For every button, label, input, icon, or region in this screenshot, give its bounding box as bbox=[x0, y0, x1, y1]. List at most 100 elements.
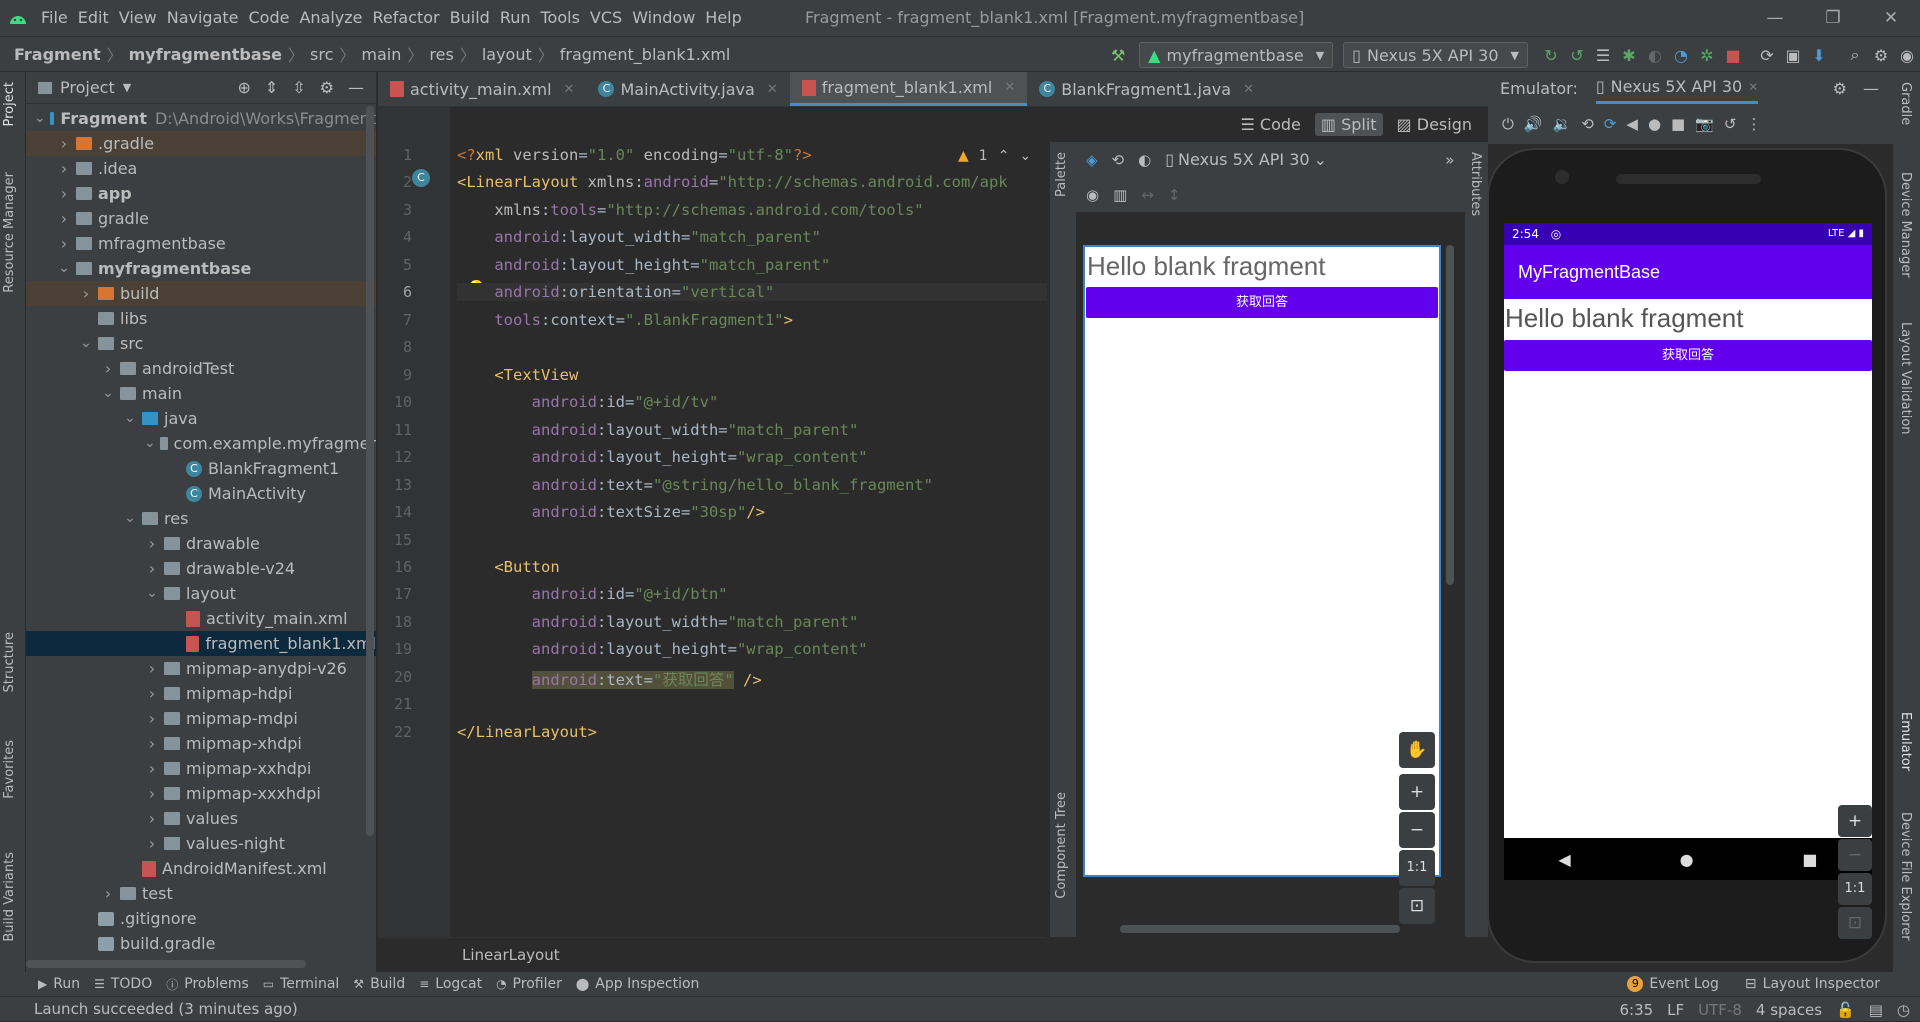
sync-gradle-icon[interactable]: ⟳ bbox=[1754, 42, 1780, 68]
volume-down-icon[interactable]: 🔉 bbox=[1553, 115, 1572, 133]
tool-profiler[interactable]: ◔ Profiler bbox=[496, 976, 562, 993]
chevron-down-icon[interactable]: ⌄ bbox=[34, 106, 46, 131]
tree-item[interactable]: ⌄ main bbox=[26, 381, 376, 406]
event-log-button[interactable]: 9 Event Log bbox=[1627, 976, 1719, 992]
tree-item[interactable]: libs bbox=[26, 306, 376, 331]
menu-code[interactable]: Code bbox=[244, 0, 295, 36]
tool-terminal[interactable]: ▭ Terminal bbox=[263, 976, 340, 993]
rotate-left-icon[interactable]: ⟲ bbox=[1581, 115, 1594, 133]
tree-item[interactable]: .gitignore bbox=[26, 906, 376, 931]
file-encoding[interactable]: UTF-8 bbox=[1698, 1001, 1742, 1019]
tree-item[interactable]: › mipmap-mdpi bbox=[26, 706, 376, 731]
chevron-right-icon[interactable]: › bbox=[56, 131, 72, 156]
tool-todo[interactable]: ☰ TODO bbox=[94, 976, 152, 993]
close-icon[interactable]: ✕ bbox=[1748, 80, 1758, 94]
project-view-select[interactable]: Project bbox=[60, 78, 115, 97]
tree-item[interactable]: C BlankFragment1 bbox=[26, 456, 376, 481]
tree-item[interactable]: › .idea bbox=[26, 156, 376, 181]
tree-item[interactable]: › values-night bbox=[26, 831, 376, 856]
snapshot-icon[interactable]: ↺ bbox=[1724, 115, 1737, 133]
notifications-icon[interactable]: ◷ bbox=[1897, 1001, 1910, 1019]
menu-vcs[interactable]: VCS bbox=[585, 0, 627, 36]
chevron-right-icon[interactable]: › bbox=[144, 831, 160, 856]
menu-help[interactable]: Help bbox=[700, 0, 746, 36]
breadcrumb-item[interactable]: res bbox=[429, 45, 453, 64]
app-button[interactable]: 获取回答 bbox=[1504, 340, 1872, 371]
zoom-in-icon[interactable]: + bbox=[1399, 774, 1435, 810]
close-tab-icon[interactable]: ✕ bbox=[1004, 80, 1015, 95]
search-icon[interactable]: ⌕ bbox=[1842, 42, 1868, 68]
tree-item[interactable]: › drawable bbox=[26, 531, 376, 556]
tree-item[interactable]: ⌄ com.example.myfragmer bbox=[26, 431, 376, 456]
avd-manager-icon[interactable]: ▣ bbox=[1780, 42, 1806, 68]
chevron-down-icon[interactable]: ⌄ bbox=[144, 431, 156, 456]
tree-item[interactable]: ⌄ layout bbox=[26, 581, 376, 606]
apply-changes-icon[interactable]: ↻ bbox=[1538, 42, 1564, 68]
chevron-right-icon[interactable]: › bbox=[144, 781, 160, 806]
chevron-right-icon[interactable]: › bbox=[78, 281, 94, 306]
layout-inspector-button[interactable]: ⊟ Layout Inspector bbox=[1745, 976, 1880, 992]
menu-analyze[interactable]: Analyze bbox=[294, 0, 367, 36]
tree-item[interactable]: › gradle bbox=[26, 206, 376, 231]
stop-icon[interactable]: ■ bbox=[1720, 42, 1746, 68]
tree-item[interactable]: › mipmap-xxxhdpi bbox=[26, 781, 376, 806]
tab-device-manager[interactable]: Device Manager bbox=[1898, 172, 1913, 278]
home-icon[interactable]: ● bbox=[1648, 115, 1661, 133]
tab-gradle[interactable]: Gradle bbox=[1898, 82, 1913, 125]
zoom-reset-button[interactable]: 1:1 bbox=[1399, 850, 1435, 886]
chevron-right-icon[interactable]: › bbox=[56, 156, 72, 181]
breadcrumb-item[interactable]: src bbox=[310, 45, 333, 64]
breadcrumb-item[interactable]: main bbox=[361, 45, 401, 64]
next-highlight-icon[interactable]: ⌄ bbox=[1019, 148, 1031, 164]
debug-attach-icon[interactable]: ✲ bbox=[1694, 42, 1720, 68]
hide-icon[interactable]: — bbox=[1863, 79, 1879, 98]
zoom-out-icon[interactable]: − bbox=[1838, 839, 1872, 871]
tool-app-inspection[interactable]: ⬤ App Inspection bbox=[576, 976, 700, 993]
menu-navigate[interactable]: Navigate bbox=[162, 0, 244, 36]
menu-window[interactable]: Window bbox=[627, 0, 700, 36]
tree-item[interactable]: › values bbox=[26, 806, 376, 831]
tree-item[interactable]: › mipmap-hdpi bbox=[26, 681, 376, 706]
mode-code[interactable]: ☰ Code bbox=[1234, 113, 1306, 136]
close-tab-icon[interactable]: ✕ bbox=[564, 82, 575, 97]
nav-overview-icon[interactable]: ■ bbox=[1802, 850, 1817, 869]
tab-project[interactable]: Project bbox=[2, 82, 17, 126]
chevron-right-icon[interactable]: › bbox=[144, 681, 160, 706]
layout-preview[interactable]: Hello blank fragment 获取回答 bbox=[1083, 245, 1441, 877]
rotate-right-icon[interactable]: ⟳ bbox=[1604, 115, 1617, 133]
tree-item[interactable]: › .gradle bbox=[26, 131, 376, 156]
chevron-right-icon[interactable]: › bbox=[144, 531, 160, 556]
breadcrumb-item[interactable]: Fragment bbox=[14, 45, 101, 64]
tree-item[interactable]: › mipmap-xxhdpi bbox=[26, 756, 376, 781]
chevron-right-icon[interactable]: › bbox=[144, 656, 160, 681]
tree-item[interactable]: ⌄ res bbox=[26, 506, 376, 531]
caret-position[interactable]: 6:35 bbox=[1619, 1001, 1653, 1019]
chevron-right-icon[interactable]: › bbox=[144, 756, 160, 781]
emulator-device-tab[interactable]: ▯ Nexus 5X API 30 ✕ bbox=[1595, 72, 1759, 104]
menu-run[interactable]: Run bbox=[495, 0, 536, 36]
debug-icon[interactable]: ✱ bbox=[1616, 42, 1642, 68]
mode-design[interactable]: ▨ Design bbox=[1391, 113, 1478, 136]
chevron-right-icon[interactable]: › bbox=[144, 731, 160, 756]
chevron-right-icon[interactable]: › bbox=[144, 706, 160, 731]
tree-item[interactable]: ⌄ java bbox=[26, 406, 376, 431]
hresize-icon[interactable]: ↔ bbox=[1141, 186, 1154, 204]
tab-component-tree[interactable]: Component Tree bbox=[1054, 792, 1069, 899]
tab-palette[interactable]: Palette bbox=[1054, 152, 1069, 197]
zoom-in-icon[interactable]: + bbox=[1838, 805, 1872, 837]
design-vscrollbar[interactable] bbox=[1446, 245, 1454, 585]
camera-icon[interactable]: 📷 bbox=[1695, 115, 1714, 133]
phone-screen[interactable]: 2:54 ◎ LTE ◢ ▮ MyFragmentBase Hello blan… bbox=[1504, 223, 1872, 838]
tree-item[interactable]: › app bbox=[26, 181, 376, 206]
device-select[interactable]: ▯ Nexus 5X API 30 ▼ bbox=[1343, 42, 1528, 68]
preview-textview[interactable]: Hello blank fragment bbox=[1087, 251, 1325, 282]
chevron-right-icon[interactable]: › bbox=[56, 231, 72, 256]
tool-problems[interactable]: ⓘ Problems bbox=[166, 976, 249, 993]
tree-item[interactable]: build.gradle bbox=[26, 931, 376, 956]
hide-icon[interactable]: — bbox=[348, 78, 364, 97]
tree-scrollbar[interactable] bbox=[366, 106, 374, 836]
breadcrumb-item[interactable]: layout bbox=[482, 45, 532, 64]
editor-tab[interactable]: activity_main.xml ✕ bbox=[378, 72, 586, 106]
tree-item[interactable]: fragment_blank1.xml bbox=[26, 631, 376, 656]
tree-hscrollbar[interactable] bbox=[26, 960, 306, 968]
